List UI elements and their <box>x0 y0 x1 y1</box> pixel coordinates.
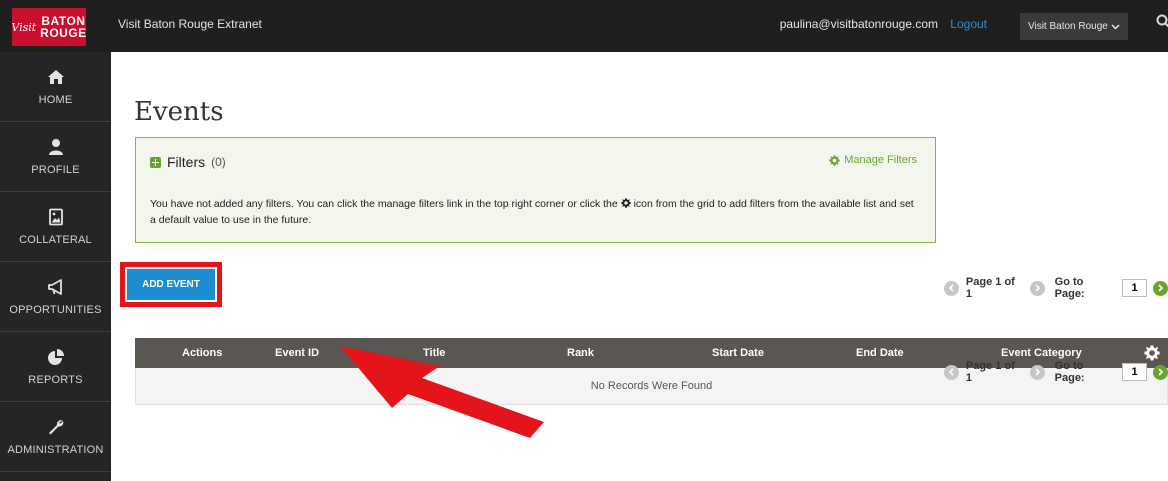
sidebar-item-collateral[interactable]: COLLATERAL <box>0 192 111 262</box>
wrench-icon <box>48 419 63 434</box>
logo-visit-text: Visit <box>11 20 37 34</box>
goto-page-button[interactable] <box>1153 364 1168 380</box>
search-icon[interactable] <box>1156 14 1168 28</box>
logout-link[interactable]: Logout <box>950 17 987 31</box>
column-header-actions[interactable]: Actions <box>182 338 222 368</box>
sidebar-item-administration[interactable]: ADMINISTRATION <box>0 402 111 472</box>
red-annotation-arrow <box>340 346 544 438</box>
add-event-button[interactable]: ADD EVENT <box>127 269 215 300</box>
image-file-icon <box>48 208 63 225</box>
sidebar-item-label: COLLATERAL <box>19 233 92 246</box>
sidebar: HOME PROFILE COLLATERAL OPPORTUNITIES RE… <box>0 52 111 481</box>
sidebar-item-label: HOME <box>38 93 73 106</box>
gear-icon <box>829 154 840 166</box>
chevron-right-icon <box>1035 284 1040 292</box>
goto-page-label: Go to Page: <box>1054 360 1085 384</box>
page-indicator: Page 1 of 1 <box>965 360 1015 384</box>
column-header-end-date[interactable]: End Date <box>856 338 904 368</box>
sidebar-item-label: OPPORTUNITIES <box>9 303 102 316</box>
sidebar-item-reports[interactable]: REPORTS <box>0 332 111 402</box>
filters-title: Filters <box>167 154 206 170</box>
column-header-start-date[interactable]: Start Date <box>712 338 764 368</box>
column-header-event-id[interactable]: Event ID <box>275 338 319 368</box>
sidebar-item-label: PROFILE <box>31 163 80 176</box>
pager-top: Page 1 of 1 Go to Page: <box>944 276 1168 300</box>
chevron-left-icon <box>948 284 954 292</box>
expand-plus-icon <box>150 156 161 168</box>
goto-page-label: Go to Page: <box>1054 276 1085 300</box>
pie-chart-icon <box>47 348 64 365</box>
home-icon <box>47 69 64 84</box>
page-indicator: Page 1 of 1 <box>965 276 1015 300</box>
manage-filters-label: Manage Filters <box>844 154 917 166</box>
manage-filters-link[interactable]: Manage Filters <box>829 154 917 166</box>
filters-panel: Filters (0) Manage Filters You have not … <box>135 137 936 243</box>
top-bar: Visit BATON ROUGE Visit Baton Rouge Extr… <box>0 0 1168 52</box>
chevron-left-icon <box>948 368 954 376</box>
empty-state-text: No Records Were Found <box>590 380 713 392</box>
chevron-right-icon <box>1158 368 1164 376</box>
goto-page-input[interactable] <box>1122 279 1148 297</box>
goto-page-input[interactable] <box>1122 363 1148 381</box>
chevron-down-icon <box>1111 23 1120 30</box>
previous-page-button[interactable] <box>944 364 959 380</box>
sidebar-item-opportunities[interactable]: OPPORTUNITIES <box>0 262 111 332</box>
app-title: Visit Baton Rouge Extranet <box>118 17 262 31</box>
chevron-right-icon <box>1158 284 1164 292</box>
next-page-button[interactable] <box>1029 280 1045 296</box>
page-title: Events <box>134 97 224 127</box>
goto-page-button[interactable] <box>1153 280 1168 296</box>
sidebar-item-profile[interactable]: PROFILE <box>0 122 111 192</box>
user-icon <box>48 138 63 155</box>
sidebar-item-home[interactable]: HOME <box>0 52 111 122</box>
chevron-right-icon <box>1035 368 1040 376</box>
organization-select[interactable]: Visit Baton Rouge <box>1020 13 1128 40</box>
filters-help-text: You have not added any filters. You can … <box>150 198 914 226</box>
user-email: paulina@visitbatonrouge.com <box>779 17 938 31</box>
filters-toggle[interactable]: Filters (0) <box>150 154 226 170</box>
megaphone-icon <box>47 278 62 295</box>
logo-city-text: BATON ROUGE <box>40 14 87 40</box>
sidebar-item-label: ADMINISTRATION <box>7 443 104 456</box>
previous-page-button[interactable] <box>944 280 959 296</box>
gear-icon <box>620 198 631 208</box>
organization-select-value: Visit Baton Rouge <box>1028 21 1108 32</box>
visit-baton-rouge-logo[interactable]: Visit BATON ROUGE <box>11 8 87 46</box>
column-header-rank[interactable]: Rank <box>567 338 594 368</box>
pager-bottom: Page 1 of 1 Go to Page: <box>944 360 1168 384</box>
gear-icon[interactable] <box>1144 345 1160 361</box>
next-page-button[interactable] <box>1029 364 1045 380</box>
filters-count: (0) <box>211 155 226 169</box>
sidebar-item-label: REPORTS <box>28 373 83 386</box>
